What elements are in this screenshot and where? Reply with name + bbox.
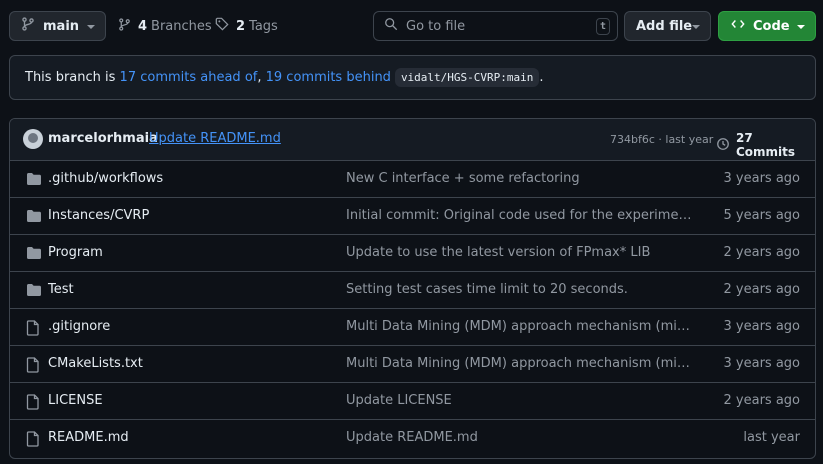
latest-commit-bar: marcelorhmaia Update README.md 734bf6c ·… xyxy=(10,119,815,161)
folder-icon xyxy=(26,172,42,190)
file-commit-message-link[interactable]: Multi Data Mining (MDM) approach mechani… xyxy=(346,356,696,371)
file-commit-date: 5 years ago xyxy=(723,208,800,223)
file-name-link[interactable]: Instances/CVRP xyxy=(48,208,149,223)
commits-ahead-link[interactable]: 17 commits ahead of xyxy=(120,70,258,85)
tags-count: 2 xyxy=(236,18,246,34)
file-commit-date: 2 years ago xyxy=(723,245,800,260)
file-icon xyxy=(26,394,40,414)
folder-icon xyxy=(26,246,42,264)
file-name-link[interactable]: CMakeLists.txt xyxy=(48,356,143,371)
folder-icon xyxy=(26,283,42,301)
latest-commit-message[interactable]: Update README.md xyxy=(149,131,281,146)
folder-icon xyxy=(26,209,42,227)
file-name-link[interactable]: Test xyxy=(48,282,74,297)
branches-label: Branches xyxy=(151,18,212,34)
file-row[interactable]: Program Update to use the latest version … xyxy=(10,235,815,272)
commit-hash-and-date[interactable]: 734bf6c · last year xyxy=(610,133,713,146)
banner-suffix: . xyxy=(539,70,544,85)
tag-icon xyxy=(215,17,236,35)
file-commit-date: 2 years ago xyxy=(723,393,800,408)
repo-toolbar: main 4 Branches 2 Tags Go to file t Add … xyxy=(9,11,816,41)
file-name-link[interactable]: README.md xyxy=(48,430,129,445)
git-branch-icon xyxy=(118,17,138,35)
file-icon xyxy=(26,320,40,340)
search-icon xyxy=(384,17,398,35)
add-file-button[interactable]: Add file xyxy=(624,11,711,41)
chevron-down-icon xyxy=(797,25,805,29)
add-file-label: Add file xyxy=(636,18,693,34)
banner-prefix: This branch is xyxy=(25,70,120,85)
file-name-link[interactable]: .github/workflows xyxy=(48,171,163,186)
file-table: marcelorhmaia Update README.md 734bf6c ·… xyxy=(9,118,816,459)
file-name-link[interactable]: Program xyxy=(48,245,103,260)
file-icon xyxy=(26,431,40,451)
commit-author[interactable]: marcelorhmaia xyxy=(48,131,158,146)
file-row[interactable]: Instances/CVRP Initial commit: Original c… xyxy=(10,198,815,235)
tags-link[interactable]: 2 Tags xyxy=(215,11,278,41)
file-row[interactable]: CMakeLists.txt Multi Data Mining (MDM) ap… xyxy=(10,346,815,383)
file-list: .github/workflows New C interface + some … xyxy=(10,161,815,457)
file-commit-message-link[interactable]: Setting test cases time limit to 20 seco… xyxy=(346,282,696,297)
file-row[interactable]: LICENSE Update LICENSE 2 years ago xyxy=(10,383,815,420)
file-commit-message-link[interactable]: Update README.md xyxy=(346,430,696,445)
commits-history-link[interactable]: 27 Commits xyxy=(716,131,815,159)
file-commit-message-link[interactable]: Multi Data Mining (MDM) approach mechani… xyxy=(346,319,696,334)
git-branch-icon xyxy=(21,17,35,35)
code-label: Code xyxy=(753,18,790,34)
file-row[interactable]: .gitignore Multi Data Mining (MDM) approa… xyxy=(10,309,815,346)
file-commit-message-link[interactable]: Initial commit: Original code used for t… xyxy=(346,208,696,223)
avatar[interactable] xyxy=(23,129,43,149)
go-to-file-placeholder: Go to file xyxy=(406,18,466,34)
go-to-file-input[interactable]: Go to file t xyxy=(373,11,618,41)
file-commit-message-link[interactable]: Update to use the latest version of FPma… xyxy=(346,245,696,260)
branch-selector-button[interactable]: main xyxy=(9,11,106,41)
branches-link[interactable]: 4 Branches xyxy=(118,11,212,41)
file-commit-date: 3 years ago xyxy=(723,319,800,334)
branch-status-banner: This branch is 17 commits ahead of , 19 … xyxy=(9,55,816,100)
branch-name: main xyxy=(43,18,80,34)
file-commit-date: 3 years ago xyxy=(723,356,800,371)
file-commit-message-link[interactable]: Update LICENSE xyxy=(346,393,696,408)
keyboard-shortcut-hint: t xyxy=(596,18,610,35)
chevron-down-icon xyxy=(692,25,700,29)
chevron-down-icon xyxy=(87,25,95,29)
commits-behind-link[interactable]: 19 commits behind xyxy=(266,70,391,85)
history-icon xyxy=(716,137,736,154)
tags-label: Tags xyxy=(249,18,278,34)
file-commit-date: 2 years ago xyxy=(723,282,800,297)
file-name-link[interactable]: .gitignore xyxy=(48,319,110,334)
commits-count-label: 27 Commits xyxy=(736,131,796,159)
file-name-link[interactable]: LICENSE xyxy=(48,393,103,408)
file-icon xyxy=(26,357,40,377)
branches-count: 4 xyxy=(138,18,148,34)
banner-separator: , xyxy=(257,70,266,85)
file-commit-date: last year xyxy=(743,430,800,445)
upstream-branch-tag[interactable]: vidalt/HGS-CVRP:main xyxy=(394,68,540,87)
code-icon xyxy=(731,17,745,35)
file-commit-message-link[interactable]: New C interface + some refactoring xyxy=(346,171,696,186)
code-button[interactable]: Code xyxy=(718,11,816,41)
file-row[interactable]: README.md Update README.md last year xyxy=(10,420,815,457)
file-commit-date: 3 years ago xyxy=(723,171,800,186)
file-row[interactable]: Test Setting test cases time limit to 20 … xyxy=(10,272,815,309)
file-row[interactable]: .github/workflows New C interface + some … xyxy=(10,161,815,198)
